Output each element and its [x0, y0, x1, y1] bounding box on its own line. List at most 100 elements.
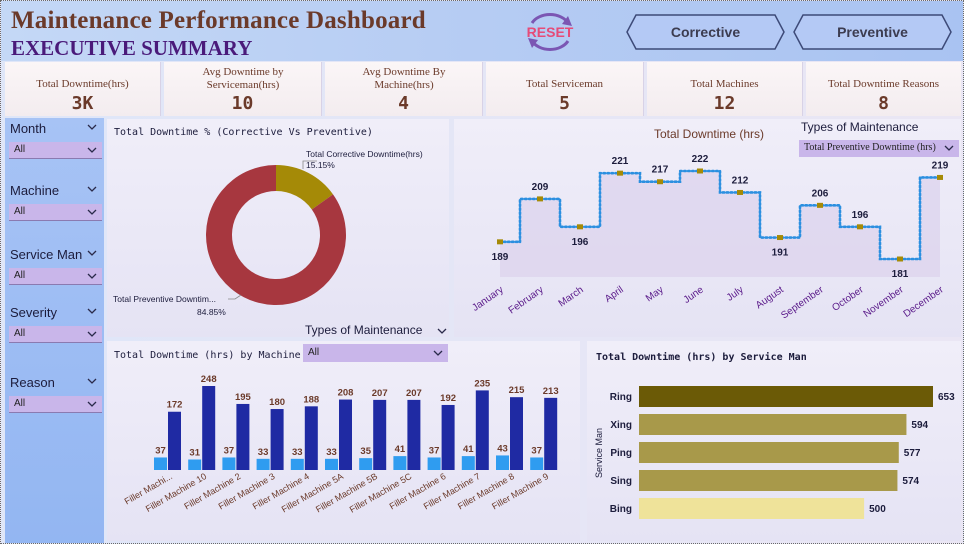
machine-slicer-title: Machine	[10, 183, 60, 198]
bar-data-label: 188	[303, 394, 319, 405]
line-marker[interactable]	[937, 174, 943, 180]
machine-bar-preventive[interactable]	[202, 386, 216, 470]
machine-bar-corrective[interactable]	[461, 456, 475, 470]
maintenance-type-slicer-title: Types of Maintenance	[801, 120, 919, 134]
machine-bar-preventive[interactable]	[270, 409, 284, 470]
serviceman-bar[interactable]	[639, 470, 898, 491]
maintenance-type-dropdown-value: Total Preventive Downtime (hrs)	[804, 142, 936, 153]
bar-data-label: 172	[167, 400, 183, 411]
dashboard-subtitle: EXECUTIVE SUMMARY	[11, 36, 253, 60]
leader-line	[228, 294, 242, 300]
kpi-avg-downtime-machine: Avg Downtime By Machine(hrs) 4	[325, 62, 483, 116]
corrective-button[interactable]: Corrective	[626, 14, 785, 50]
machine-bar-corrective[interactable]	[496, 455, 509, 470]
machine-bar-corrective[interactable]	[427, 457, 441, 470]
line-marker[interactable]	[617, 170, 623, 176]
serviceman-bar[interactable]	[639, 414, 907, 435]
reset-label: RESET	[526, 24, 574, 40]
severity-slicer-title: Severity	[10, 305, 57, 320]
bar-data-label: 33	[258, 447, 269, 458]
machine-bar-preventive[interactable]	[407, 399, 421, 470]
severity-dropdown[interactable]: All	[9, 326, 102, 343]
bar-data-label: 215	[509, 385, 526, 396]
bar-data-label: 180	[269, 397, 285, 408]
reason-dropdown[interactable]: All	[9, 396, 102, 413]
month-dropdown[interactable]: All	[9, 142, 102, 159]
machine-bar-corrective[interactable]	[154, 457, 167, 470]
service-man-dropdown[interactable]: All	[9, 268, 102, 285]
x-tick-label: December	[902, 284, 947, 320]
line-marker[interactable]	[737, 189, 743, 195]
machine-bar-preventive[interactable]	[544, 397, 558, 470]
machine-bar-preventive[interactable]	[475, 390, 489, 470]
line-data-label: 189	[492, 252, 509, 263]
line-marker[interactable]	[657, 179, 663, 185]
chevron-down-icon[interactable]	[86, 184, 98, 194]
kpi-label: Total Downtime(hrs)	[36, 78, 129, 90]
machine-bar-corrective[interactable]	[359, 458, 373, 470]
bar-data-label: 235	[474, 378, 491, 389]
machine-bar-preventive[interactable]	[236, 403, 250, 470]
bar-data-label: 37	[429, 445, 440, 456]
preventive-button[interactable]: Preventive	[793, 14, 952, 50]
serviceman-bar[interactable]	[639, 386, 933, 407]
line-marker[interactable]	[537, 196, 543, 202]
machine-bar-corrective[interactable]	[290, 458, 304, 470]
month-slicer-title: Month	[10, 121, 47, 136]
bar-data-label: 207	[372, 388, 388, 399]
chevron-down-icon	[87, 209, 97, 215]
machine-bar-corrective[interactable]	[256, 458, 270, 470]
slice-value-label: 84.85%	[197, 307, 226, 317]
machine-bar-preventive[interactable]	[168, 411, 181, 470]
chevron-down-icon[interactable]	[86, 248, 98, 258]
bar-data-label: 41	[395, 444, 406, 455]
bar-data-label: 33	[292, 447, 303, 458]
bar-data-label: 574	[902, 476, 919, 487]
reset-button[interactable]: RESET	[522, 9, 578, 55]
chevron-down-icon[interactable]	[436, 326, 448, 336]
maintenance-type-dropdown[interactable]: Total Preventive Downtime (hrs)	[799, 140, 959, 157]
line-data-label: 206	[812, 188, 829, 199]
machine-bar-corrective[interactable]	[393, 456, 407, 470]
line-marker[interactable]	[817, 202, 823, 208]
machine-dropdown[interactable]: All	[9, 204, 102, 221]
line-data-label: 191	[772, 248, 789, 259]
chevron-down-icon[interactable]	[86, 306, 98, 316]
serviceman-bar[interactable]	[639, 498, 865, 519]
machine-bar-chart: 37172Filler Machi...31248Filler Machine …	[123, 374, 559, 515]
line-data-label: 196	[572, 237, 589, 248]
kpi-label: Total Serviceman	[525, 78, 604, 90]
serviceman-bar-chart: Service Man Ring 653 Xing 594 Ping 577 Sing 574 B…	[594, 386, 955, 519]
bar-data-label: 37	[531, 445, 542, 456]
machine-bar-corrective[interactable]	[325, 458, 338, 470]
chevron-down-icon	[944, 145, 954, 151]
bar-data-label: 195	[235, 392, 252, 403]
machine-bar-corrective[interactable]	[188, 459, 202, 471]
serviceman-bar-panel: Total Downtime (hrs) by Service Man Serv…	[587, 341, 961, 541]
machine-bar-preventive[interactable]	[304, 406, 318, 470]
machine-bar-corrective[interactable]	[222, 457, 236, 470]
x-tick-label: October	[830, 284, 866, 314]
machine-bar-preventive[interactable]	[441, 404, 455, 470]
bar-data-label: 37	[224, 445, 235, 456]
machine-bar-preventive[interactable]	[510, 397, 523, 470]
x-tick-label: March	[557, 284, 586, 309]
line-marker[interactable]	[777, 235, 783, 241]
machine-bar-corrective[interactable]	[530, 457, 544, 470]
reason-slicer-title: Reason	[10, 375, 55, 390]
kpi-row: Total Downtime(hrs) 3K Avg Downtime by S…	[5, 62, 961, 116]
bar-data-label: 500	[869, 504, 886, 515]
line-marker[interactable]	[857, 224, 863, 230]
line-marker[interactable]	[897, 256, 903, 262]
maintenance-type-mid-dropdown[interactable]: All	[303, 344, 448, 362]
machine-bar-panel: Total Downtime (hrs) by Machine 37 172 Fil…	[107, 341, 580, 541]
line-marker[interactable]	[697, 168, 703, 174]
chevron-down-icon[interactable]	[86, 122, 98, 132]
serviceman-bar[interactable]	[639, 442, 899, 463]
chevron-down-icon[interactable]	[86, 376, 98, 386]
slice-value-label: 15.15%	[306, 160, 335, 170]
machine-bar-preventive[interactable]	[373, 399, 387, 470]
line-marker[interactable]	[577, 224, 583, 230]
line-marker[interactable]	[497, 239, 503, 245]
machine-bar-preventive[interactable]	[339, 399, 352, 470]
